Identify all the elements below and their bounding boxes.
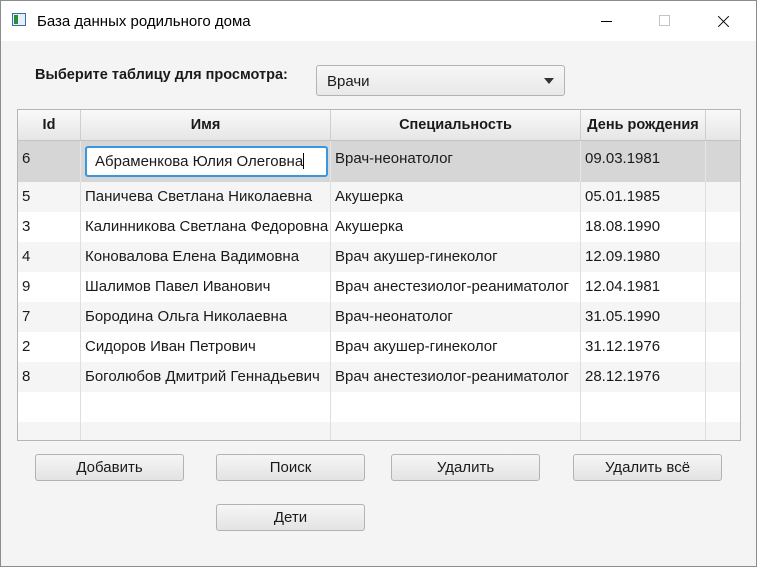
cell-name: Боголюбов Дмитрий Геннадьевич: [81, 362, 331, 392]
table-row[interactable]: 2 Сидоров Иван Петрович Врач акушер-гинеко…: [18, 332, 740, 362]
cell-name: Коновалова Елена Вадимовна: [81, 242, 331, 272]
cell-birthday: 28.12.1976: [581, 362, 706, 392]
name-edit-input[interactable]: Абраменкова Юлия Олеговна: [85, 146, 328, 177]
cell-birthday: 31.12.1976: [581, 332, 706, 362]
cell-birthday: 05.01.1985: [581, 182, 706, 212]
cell-specialty: Врач-неонатолог: [331, 141, 581, 182]
children-button[interactable]: Дети: [216, 504, 365, 531]
cell-birthday: 12.04.1981: [581, 272, 706, 302]
cell-filler: [706, 212, 740, 242]
cell-specialty: Акушерка: [331, 182, 581, 212]
cell-birthday: [581, 422, 706, 440]
cell-filler: [706, 141, 740, 182]
cell-specialty: Акушерка: [331, 212, 581, 242]
table-select-dropdown[interactable]: Врачи: [316, 65, 565, 96]
cell-filler: [706, 362, 740, 392]
cell-name: Сидоров Иван Петрович: [81, 332, 331, 362]
cell-id: 7: [18, 302, 81, 332]
add-button[interactable]: Добавить: [35, 454, 184, 481]
cell-specialty: Врач-неонатолог: [331, 302, 581, 332]
cell-id: [18, 392, 81, 422]
cell-specialty: [331, 422, 581, 440]
cell-id: 3: [18, 212, 81, 242]
cell-specialty: [331, 392, 581, 422]
table-row[interactable]: 9 Шалимов Павел Иванович Врач анестезиолог…: [18, 272, 740, 302]
cell-name: Бородина Ольга Николаевна: [81, 302, 331, 332]
doctors-table: Id Имя Специальность День рождения 6 Врач…: [17, 109, 741, 441]
cell-name: Калинникова Светлана Федоровна: [81, 212, 331, 242]
delete-all-button[interactable]: Удалить всё: [573, 454, 722, 481]
table-select-label: Выберите таблицу для просмотра:: [35, 67, 288, 83]
title-bar: База данных родильного дома: [1, 1, 756, 41]
cell-filler: [706, 302, 740, 332]
cell-id: 2: [18, 332, 81, 362]
cell-filler: [706, 392, 740, 422]
cell-birthday: 31.05.1990: [581, 302, 706, 332]
cell-specialty: Врач акушер-гинеколог: [331, 242, 581, 272]
cell-name: Паничева Светлана Николаевна: [81, 182, 331, 212]
app-icon: [12, 13, 26, 26]
column-header-filler: [706, 110, 740, 140]
cell-filler: [706, 242, 740, 272]
cell-name: [81, 392, 331, 422]
cell-id: 6: [18, 141, 81, 182]
table-row[interactable]: 4 Коновалова Елена Вадимовна Врач акушер-г…: [18, 242, 740, 272]
column-header-birthday[interactable]: День рождения: [581, 110, 706, 140]
cell-specialty: Врач анестезиолог-реаниматолог: [331, 362, 581, 392]
cell-filler: [706, 272, 740, 302]
table-row[interactable]: 8 Боголюбов Дмитрий Геннадьевич Врач анест…: [18, 362, 740, 392]
close-button[interactable]: [699, 1, 745, 41]
table-row[interactable]: [18, 422, 740, 440]
search-button[interactable]: Поиск: [216, 454, 365, 481]
cell-birthday: [581, 392, 706, 422]
column-header-specialty[interactable]: Специальность: [331, 110, 581, 140]
table-row[interactable]: [18, 392, 740, 422]
cell-id: 5: [18, 182, 81, 212]
table-header: Id Имя Специальность День рождения: [18, 110, 740, 141]
minimize-button[interactable]: [583, 1, 629, 41]
window-title: База данных родильного дома: [37, 13, 251, 30]
table-row[interactable]: 7 Бородина Ольга Николаевна Врач-неонатоло…: [18, 302, 740, 332]
delete-button[interactable]: Удалить: [391, 454, 540, 481]
cell-filler: [706, 332, 740, 362]
cell-specialty: Врач анестезиолог-реаниматолог: [331, 272, 581, 302]
cell-name: [81, 422, 331, 440]
table-row[interactable]: 5 Паничева Светлана Николаевна Акушерка 05.…: [18, 182, 740, 212]
cell-filler: [706, 182, 740, 212]
cell-birthday: 09.03.1981: [581, 141, 706, 182]
cell-id: [18, 422, 81, 440]
app-window: База данных родильного дома Выберите таб…: [0, 0, 757, 567]
maximize-button[interactable]: [641, 1, 687, 41]
column-header-id[interactable]: Id: [18, 110, 81, 140]
chevron-down-icon: [544, 78, 554, 84]
cell-specialty: Врач акушер-гинеколог: [331, 332, 581, 362]
table-row[interactable]: 3 Калинникова Светлана Федоровна Акушерка 1…: [18, 212, 740, 242]
column-header-name[interactable]: Имя: [81, 110, 331, 140]
cell-id: 9: [18, 272, 81, 302]
cell-id: 4: [18, 242, 81, 272]
cell-birthday: 12.09.1980: [581, 242, 706, 272]
table-select-value: Врачи: [327, 73, 370, 90]
cell-name: Шалимов Павел Иванович: [81, 272, 331, 302]
cell-filler: [706, 422, 740, 440]
cell-birthday: 18.08.1990: [581, 212, 706, 242]
cell-id: 8: [18, 362, 81, 392]
